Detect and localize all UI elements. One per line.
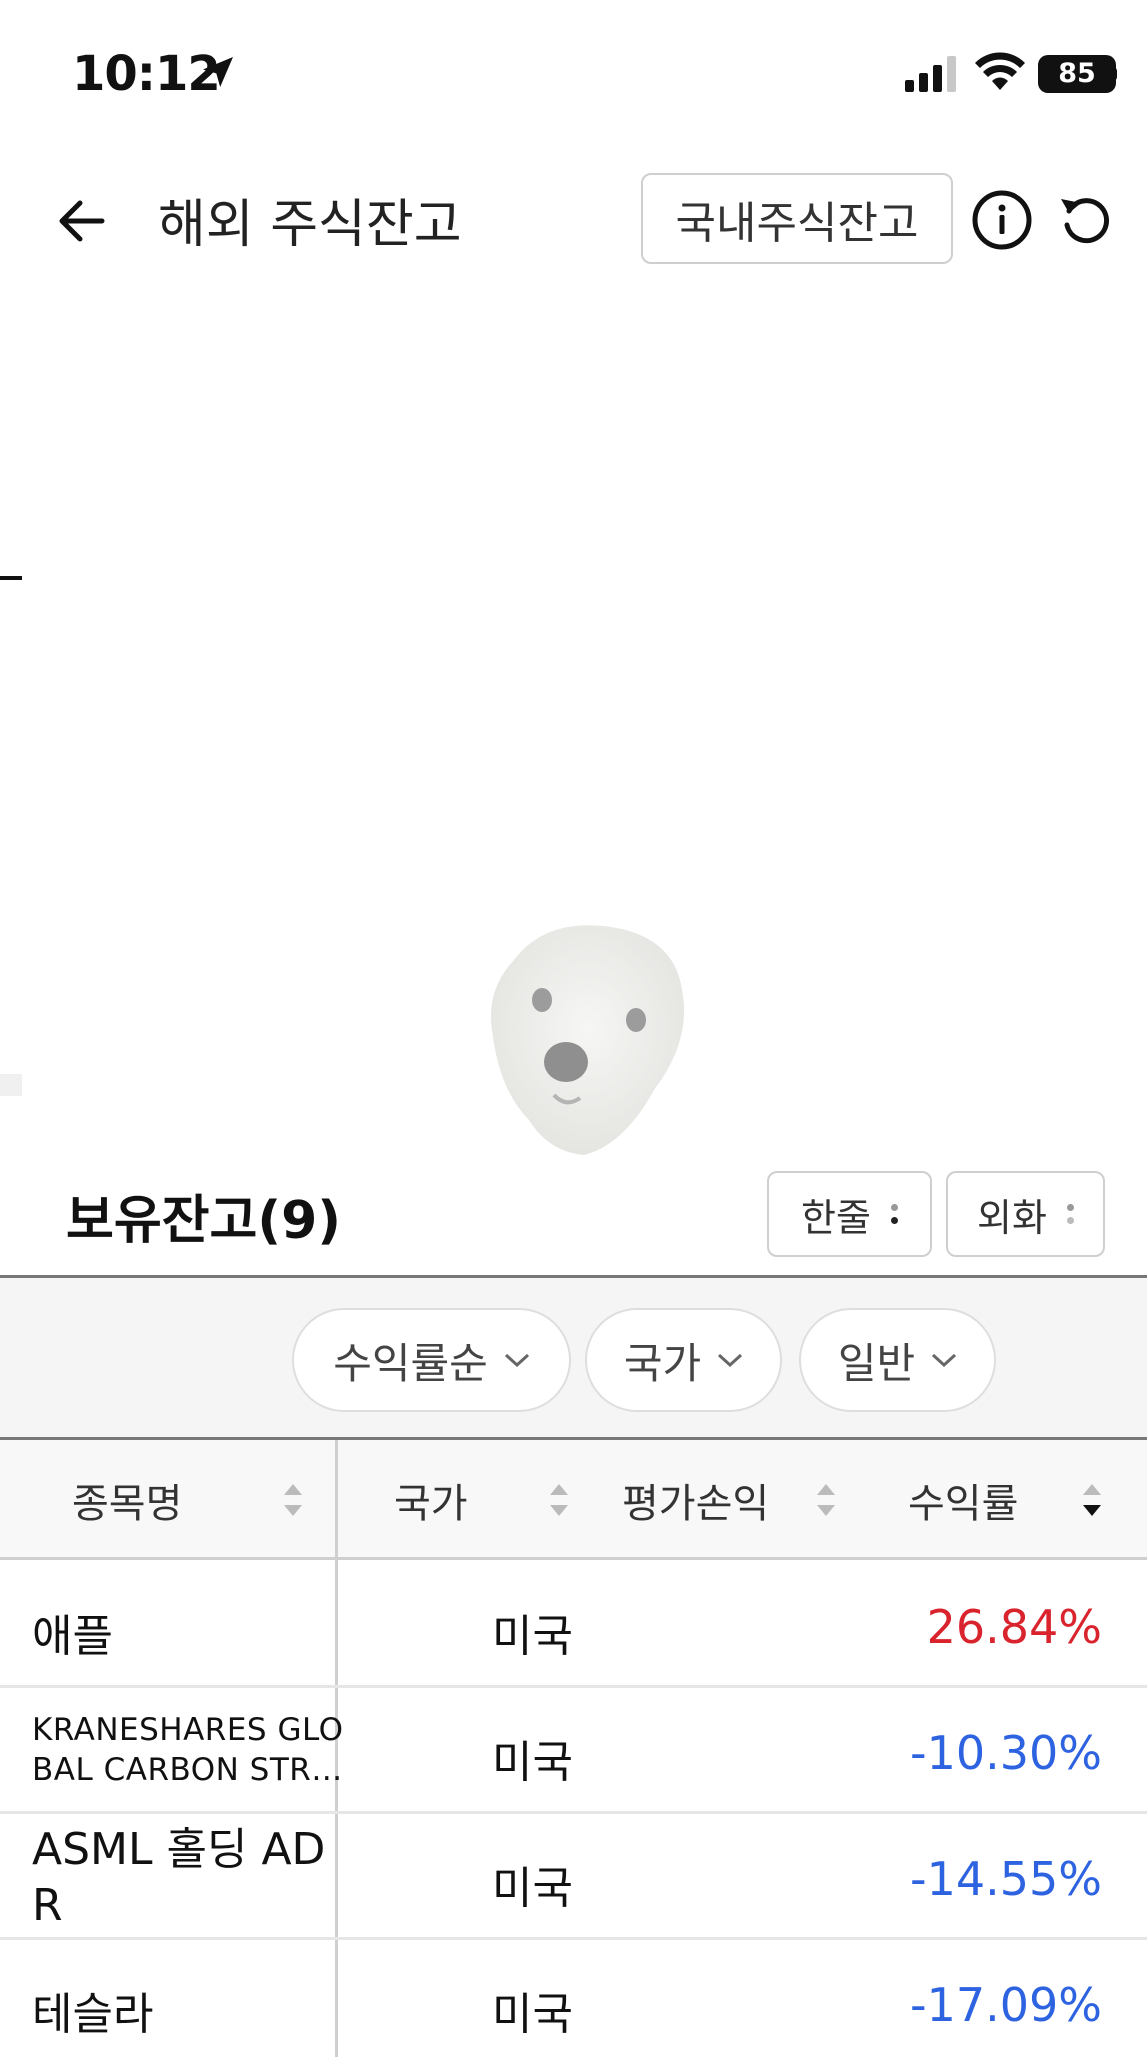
sort-filter-chip[interactable]: 수익률순 [292, 1308, 571, 1412]
edge-indicator [0, 576, 22, 580]
stock-name-line2: BAL CARBON STR… [32, 1752, 343, 1788]
stock-name-line1: KRANESHARES GLO [32, 1712, 344, 1748]
table-row[interactable]: 테슬라 미국 -17.09% [0, 1940, 1147, 2057]
col-header-country[interactable]: 국가 [394, 1440, 468, 1560]
currency-toggle[interactable]: 외화 [946, 1171, 1105, 1257]
table-row[interactable]: 애플 미국 26.84% [0, 1562, 1147, 1688]
back-arrow-icon[interactable] [52, 190, 114, 252]
sort-filter-label: 수익률순 [333, 1338, 488, 1388]
stock-name-line1: ASML 홀딩 AD [32, 1824, 326, 1875]
location-arrow-icon [203, 57, 233, 87]
sort-icon[interactable] [282, 1480, 304, 1520]
chevron-down-icon [718, 1353, 743, 1368]
table-header: 종목명 국가 평가손익 수익률 [0, 1440, 1147, 1560]
currency-label: 외화 [977, 1195, 1047, 1240]
col-header-eval-pl[interactable]: 평가손익 [622, 1440, 769, 1560]
type-filter-label: 일반 [837, 1338, 916, 1388]
return-rate: -17.09% [910, 1978, 1102, 2032]
page-title: 해외 주식잔고 [158, 195, 462, 255]
chevron-down-icon [504, 1353, 529, 1368]
stock-name: ASML 홀딩 AD R [32, 1822, 325, 1934]
stock-name: KRANESHARES GLO BAL CARBON STR… [32, 1710, 344, 1790]
domestic-stock-balance-button[interactable]: 국내주식잔고 [641, 173, 953, 264]
stock-country: 미국 [492, 1737, 573, 1788]
toggle-dots-icon [1066, 1204, 1074, 1224]
sort-icon[interactable] [815, 1480, 837, 1520]
type-filter-chip[interactable]: 일반 [799, 1308, 996, 1412]
stock-country: 미국 [492, 1989, 573, 2040]
info-icon[interactable] [971, 189, 1033, 251]
stock-name: 애플 [32, 1611, 113, 1662]
banner-area [0, 290, 1147, 1170]
sort-icon[interactable] [548, 1480, 570, 1520]
country-filter-label: 국가 [623, 1338, 702, 1388]
col-header-name[interactable]: 종목명 [72, 1440, 182, 1560]
stock-country: 미국 [492, 1611, 573, 1662]
battery-tip [1111, 67, 1117, 81]
app-header: 해외 주식잔고 국내주식잔고 [0, 150, 1147, 290]
refresh-icon[interactable] [1055, 189, 1115, 251]
chevron-down-icon [932, 1353, 957, 1368]
wifi-icon [975, 52, 1025, 90]
dog-illustration [490, 925, 685, 1155]
toggle-dots-icon [890, 1204, 898, 1224]
view-mode-toggle[interactable]: 한줄 [767, 1171, 932, 1257]
table-row[interactable]: ASML 홀딩 AD R 미국 -14.55% [0, 1814, 1147, 1940]
table-row[interactable]: KRANESHARES GLO BAL CARBON STR… 미국 -10.3… [0, 1688, 1147, 1814]
cellular-signal-icon [905, 56, 956, 92]
stock-country: 미국 [492, 1863, 573, 1914]
battery-indicator: 85 [1038, 55, 1116, 93]
return-rate: -10.30% [910, 1726, 1102, 1780]
holdings-title: 보유잔고(9) [66, 1191, 342, 1251]
status-bar: 10:12 85 [0, 0, 1147, 150]
stock-name-line2: R [32, 1880, 63, 1931]
sort-active-icon[interactable] [1081, 1480, 1103, 1520]
filter-bar: 수익률순 국가 일반 [0, 1275, 1147, 1440]
country-filter-chip[interactable]: 국가 [585, 1308, 782, 1412]
return-rate: -14.55% [910, 1852, 1102, 1906]
view-mode-label: 한줄 [801, 1195, 871, 1240]
stock-name: 테슬라 [32, 1989, 154, 2040]
return-rate: 26.84% [926, 1600, 1102, 1654]
edge-indicator-light [0, 1074, 22, 1096]
col-header-return-rate[interactable]: 수익률 [908, 1440, 1018, 1560]
